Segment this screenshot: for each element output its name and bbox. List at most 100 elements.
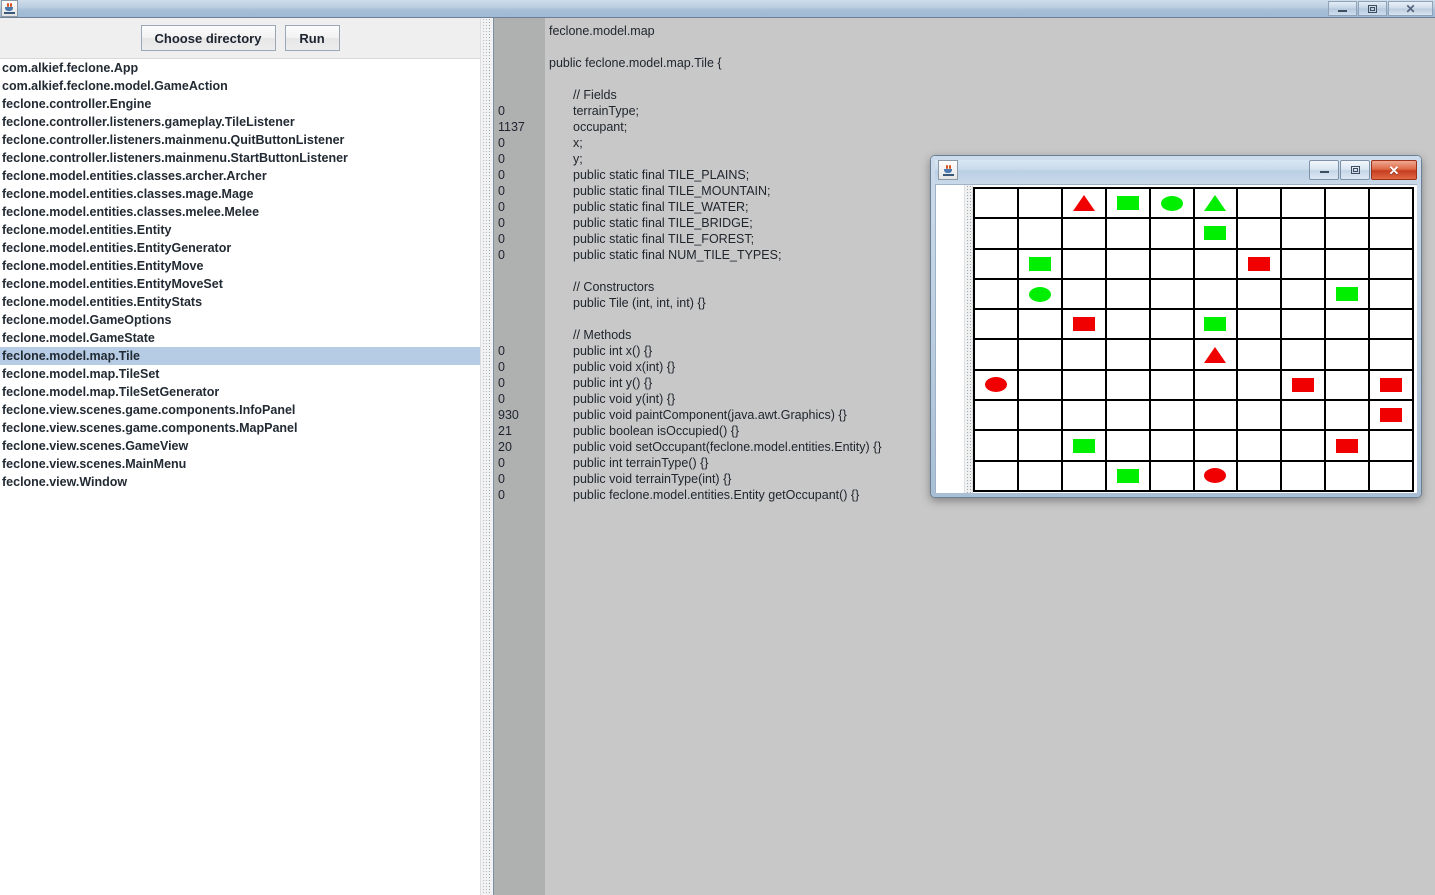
tile-cell[interactable] bbox=[1106, 189, 1151, 220]
list-item[interactable]: feclone.model.entities.EntityStats bbox=[0, 293, 480, 311]
tile-cell[interactable] bbox=[1062, 189, 1107, 220]
tile-cell[interactable] bbox=[1326, 249, 1371, 280]
tile-cell[interactable] bbox=[975, 219, 1019, 250]
game-window[interactable]: ✕ bbox=[930, 155, 1422, 498]
tile-grid[interactable] bbox=[973, 187, 1414, 492]
tile-cell[interactable] bbox=[1062, 401, 1107, 432]
tile-cell[interactable] bbox=[1238, 219, 1283, 250]
list-item[interactable]: feclone.model.entities.classes.archer.Ar… bbox=[0, 167, 480, 185]
list-item[interactable]: feclone.view.scenes.game.components.Info… bbox=[0, 401, 480, 419]
tile-cell[interactable] bbox=[1062, 340, 1107, 371]
tile-cell[interactable] bbox=[1062, 461, 1107, 492]
tile-cell[interactable] bbox=[1238, 431, 1283, 462]
tile-cell[interactable] bbox=[1370, 219, 1414, 250]
tile-cell[interactable] bbox=[1238, 401, 1283, 432]
tile-cell[interactable] bbox=[1150, 279, 1195, 311]
tile-cell[interactable] bbox=[1018, 401, 1063, 432]
list-item[interactable]: feclone.controller.listeners.mainmenu.St… bbox=[0, 149, 480, 167]
tile-cell[interactable] bbox=[1018, 310, 1063, 341]
list-item[interactable]: feclone.model.entities.classes.melee.Mel… bbox=[0, 203, 480, 221]
tile-cell[interactable] bbox=[1194, 431, 1239, 462]
tile-cell[interactable] bbox=[1194, 279, 1239, 311]
list-item[interactable]: feclone.controller.listeners.gameplay.Ti… bbox=[0, 113, 480, 131]
maximize-icon[interactable] bbox=[1340, 160, 1370, 180]
tile-cell[interactable] bbox=[1018, 249, 1063, 280]
close-icon[interactable]: ✕ bbox=[1388, 1, 1433, 16]
list-item[interactable]: feclone.view.scenes.GameView bbox=[0, 437, 480, 455]
tile-cell[interactable] bbox=[975, 370, 1019, 402]
tile-cell[interactable] bbox=[1370, 401, 1414, 432]
game-window-scrollbar[interactable] bbox=[964, 185, 973, 494]
tile-cell[interactable] bbox=[1194, 370, 1239, 402]
list-item[interactable]: feclone.model.entities.EntityMove bbox=[0, 257, 480, 275]
tile-cell[interactable] bbox=[975, 401, 1019, 432]
tile-cell[interactable] bbox=[1326, 189, 1371, 220]
tile-cell[interactable] bbox=[1370, 189, 1414, 220]
tile-cell[interactable] bbox=[1150, 340, 1195, 371]
tile-cell[interactable] bbox=[1238, 279, 1283, 311]
tile-cell[interactable] bbox=[1282, 370, 1327, 402]
tile-cell[interactable] bbox=[975, 310, 1019, 341]
tile-cell[interactable] bbox=[1150, 310, 1195, 341]
tile-cell[interactable] bbox=[1150, 370, 1195, 402]
tile-cell[interactable] bbox=[1062, 279, 1107, 311]
list-item[interactable]: feclone.controller.Engine bbox=[0, 95, 480, 113]
tile-cell[interactable] bbox=[1370, 310, 1414, 341]
tile-cell[interactable] bbox=[1106, 401, 1151, 432]
tile-cell[interactable] bbox=[1194, 189, 1239, 220]
tile-cell[interactable] bbox=[1194, 461, 1239, 492]
list-item[interactable]: com.alkief.feclone.App bbox=[0, 59, 480, 77]
tile-cell[interactable] bbox=[1326, 461, 1371, 492]
run-button[interactable]: Run bbox=[284, 25, 340, 51]
tile-cell[interactable] bbox=[1062, 249, 1107, 280]
tile-cell[interactable] bbox=[1106, 219, 1151, 250]
tile-cell[interactable] bbox=[1326, 279, 1371, 311]
map-panel[interactable] bbox=[973, 185, 1418, 494]
tile-cell[interactable] bbox=[1326, 340, 1371, 371]
list-item[interactable]: feclone.model.entities.Entity bbox=[0, 221, 480, 239]
tile-cell[interactable] bbox=[1106, 310, 1151, 341]
tile-cell[interactable] bbox=[1282, 401, 1327, 432]
tile-cell[interactable] bbox=[1370, 279, 1414, 311]
tile-cell[interactable] bbox=[1018, 219, 1063, 250]
tile-cell[interactable] bbox=[1062, 370, 1107, 402]
tile-cell[interactable] bbox=[1238, 249, 1283, 280]
tile-cell[interactable] bbox=[1282, 279, 1327, 311]
list-item[interactable]: feclone.model.map.Tile bbox=[0, 347, 480, 365]
tile-cell[interactable] bbox=[1282, 310, 1327, 341]
list-item[interactable]: feclone.model.entities.EntityMoveSet bbox=[0, 275, 480, 293]
list-item[interactable]: feclone.model.map.TileSetGenerator bbox=[0, 383, 480, 401]
tile-cell[interactable] bbox=[1238, 340, 1283, 371]
list-item[interactable]: feclone.view.scenes.game.components.MapP… bbox=[0, 419, 480, 437]
tile-cell[interactable] bbox=[1106, 370, 1151, 402]
tile-cell[interactable] bbox=[1150, 249, 1195, 280]
tile-cell[interactable] bbox=[1326, 431, 1371, 462]
tile-cell[interactable] bbox=[1370, 249, 1414, 280]
list-item[interactable]: com.alkief.feclone.model.GameAction bbox=[0, 77, 480, 95]
list-item[interactable]: feclone.model.map.TileSet bbox=[0, 365, 480, 383]
tile-cell[interactable] bbox=[975, 279, 1019, 311]
choose-directory-button[interactable]: Choose directory bbox=[140, 25, 276, 51]
tile-cell[interactable] bbox=[1150, 189, 1195, 220]
list-item[interactable]: feclone.model.GameState bbox=[0, 329, 480, 347]
tile-cell[interactable] bbox=[1370, 431, 1414, 462]
tile-cell[interactable] bbox=[1106, 340, 1151, 371]
list-item[interactable]: feclone.model.GameOptions bbox=[0, 311, 480, 329]
tile-cell[interactable] bbox=[1106, 431, 1151, 462]
tile-cell[interactable] bbox=[1194, 401, 1239, 432]
tile-cell[interactable] bbox=[1282, 461, 1327, 492]
tile-cell[interactable] bbox=[1238, 310, 1283, 341]
tile-cell[interactable] bbox=[1062, 310, 1107, 341]
tile-cell[interactable] bbox=[1150, 431, 1195, 462]
tile-cell[interactable] bbox=[1282, 431, 1327, 462]
list-item[interactable]: feclone.model.entities.EntityGenerator bbox=[0, 239, 480, 257]
tile-cell[interactable] bbox=[1282, 189, 1327, 220]
tile-cell[interactable] bbox=[975, 461, 1019, 492]
tile-cell[interactable] bbox=[1282, 219, 1327, 250]
tile-cell[interactable] bbox=[1326, 401, 1371, 432]
tile-cell[interactable] bbox=[1370, 340, 1414, 371]
tile-cell[interactable] bbox=[1370, 370, 1414, 402]
close-icon[interactable]: ✕ bbox=[1371, 160, 1417, 180]
tile-cell[interactable] bbox=[1062, 219, 1107, 250]
tile-cell[interactable] bbox=[1238, 370, 1283, 402]
